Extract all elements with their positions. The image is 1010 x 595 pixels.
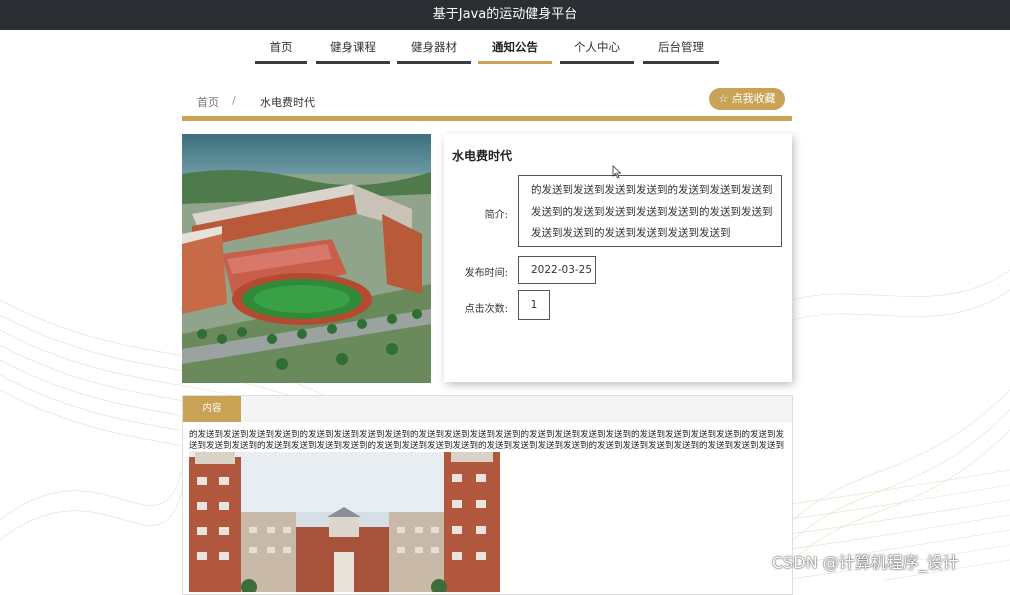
- intro-value: 的发送到发送到发送到发送到的发送到发送到发送到 发送到的发送到发送到发送到发送到…: [518, 175, 782, 247]
- breadcrumb-current: 水电费时代: [260, 96, 315, 109]
- content-image: [189, 452, 500, 592]
- nav-notices[interactable]: 通知公告: [478, 38, 552, 64]
- content-panel: 内容 的发送到发送到发送到发送到的发送到发送到发送到发送到的发送到发送到发送到发…: [182, 395, 793, 595]
- nav-admin[interactable]: 后台管理: [643, 38, 719, 64]
- notice-title: 水电费时代: [452, 149, 513, 163]
- intro-label: 简介:: [484, 210, 508, 221]
- main-navigation: 首页 健身课程 健身器材 通知公告 个人中心 后台管理: [0, 30, 1010, 64]
- favorite-button[interactable]: ☆ 点我收藏: [709, 88, 785, 110]
- watermark: CSDN @计算机程序_设计: [772, 553, 959, 572]
- nav-home[interactable]: 首页: [255, 38, 307, 64]
- nav-fitness-courses[interactable]: 健身课程: [316, 38, 390, 64]
- divider: [182, 116, 792, 121]
- site-title: 基于Java的运动健身平台: [432, 7, 578, 22]
- publish-time-value: 2022-03-25: [518, 256, 596, 284]
- mouse-pointer-icon: [612, 165, 622, 179]
- click-count-value: 1: [518, 290, 550, 320]
- content-header: 内容: [183, 396, 792, 422]
- site-header-bar: 基于Java的运动健身平台: [0, 0, 1010, 30]
- notice-cover-image: [182, 134, 431, 383]
- click-count-label: 点击次数:: [464, 304, 508, 315]
- breadcrumb-separator: /: [232, 94, 236, 107]
- publish-time-label: 发布时间:: [464, 268, 508, 279]
- breadcrumb-home[interactable]: 首页: [197, 94, 219, 110]
- intro-line: 的发送到发送到发送到发送到的发送到发送到发送到: [531, 184, 773, 196]
- content-tab[interactable]: 内容: [183, 396, 241, 422]
- nav-personal-center[interactable]: 个人中心: [560, 38, 634, 64]
- intro-line: 发送到的发送到发送到发送到发送到的发送到发送到: [531, 205, 773, 218]
- breadcrumb: 首页 / 水电费时代 ☆ 点我收藏: [182, 88, 792, 116]
- nav-fitness-equipment[interactable]: 健身器材: [397, 38, 471, 64]
- intro-line: 发送到发送到的发送到发送到发送到发送到: [531, 227, 731, 239]
